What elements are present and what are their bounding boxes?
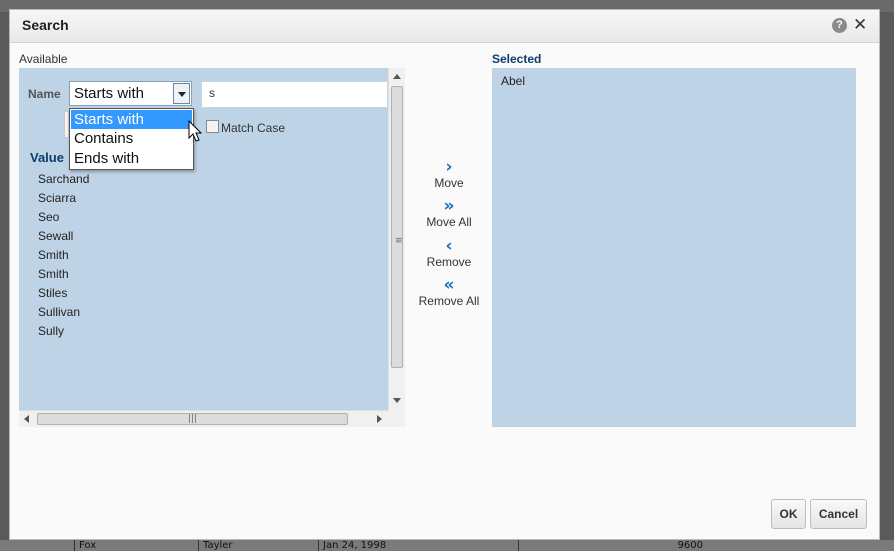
selected-label: Selected [492,52,542,66]
operator-select-value: Starts with [74,85,145,102]
list-item[interactable]: Sewall [38,229,89,248]
double-chevron-left-icon: « [443,275,455,295]
search-value-input[interactable]: s [201,81,388,108]
remove-label: Remove [426,255,472,269]
background-cell: 9600 [518,540,707,551]
scroll-right-icon[interactable] [377,415,382,423]
chevron-left-icon: ‹ [445,236,453,256]
remove-button[interactable]: ‹ Remove [409,237,489,269]
scroll-up-icon[interactable] [393,74,401,79]
dropdown-option-starts-with[interactable]: Starts with [71,110,192,129]
list-item[interactable]: Sarchand [38,172,89,191]
operator-dropdown-list: Starts with Contains Ends with [69,108,194,170]
operator-select[interactable]: Starts with [69,81,192,106]
scroll-left-icon[interactable] [24,415,29,423]
vertical-scrollbar[interactable]: ≡ [388,68,405,410]
dialog-header: Search ? ✕ [10,10,879,43]
list-item[interactable]: Smith [38,267,89,286]
match-case-label: Match Case [221,121,286,135]
close-icon[interactable]: ✕ [853,15,867,35]
selected-panel: Abel [492,68,856,427]
remove-all-label: Remove All [418,294,480,308]
list-item[interactable]: Sullivan [38,305,89,324]
grip-icon: ||| [188,414,198,424]
move-button[interactable]: › Move [409,158,489,190]
name-filter-label: Name [28,87,61,101]
horizontal-scrollbar[interactable]: ||| [19,410,388,427]
list-item[interactable]: Stiles [38,286,89,305]
move-label: Move [434,176,464,190]
list-item[interactable]: Smith [38,248,89,267]
chevron-right-icon: › [445,157,453,177]
available-list: Sarchand Sciarra Seo Sewall Smith Smith … [38,172,89,343]
move-all-button[interactable]: » Move All [409,197,489,229]
list-item[interactable]: Sully [38,324,89,343]
background-cell: Jan 24, 1998 [318,540,519,551]
vertical-scroll-thumb[interactable]: ≡ [391,86,403,368]
scrollbar-corner [388,410,405,427]
background-cell: Tayler [198,540,319,551]
list-item[interactable]: Seo [38,210,89,229]
dropdown-option-ends-with[interactable]: Ends with [71,149,192,168]
remove-all-button[interactable]: « Remove All [409,276,489,308]
cancel-button[interactable]: Cancel [810,499,867,529]
available-label: Available [19,52,68,66]
search-dialog: Search ? ✕ Available Selected Name Start… [9,9,880,540]
double-chevron-right-icon: » [443,196,455,216]
list-item[interactable]: Sciarra [38,191,89,210]
value-column-header: Value [30,150,64,165]
horizontal-scroll-thumb[interactable]: ||| [37,413,348,425]
scroll-down-icon[interactable] [393,398,401,403]
match-case-checkbox[interactable] [206,120,219,133]
background-cell: Fox [74,540,199,551]
dropdown-option-contains[interactable]: Contains [71,129,192,148]
mouse-cursor-icon [188,120,203,142]
list-item[interactable]: Abel [501,74,525,88]
grip-icon: ≡ [395,236,403,246]
help-icon[interactable]: ? [832,18,847,33]
move-all-label: Move All [426,215,472,229]
dialog-title: Search [22,17,69,33]
chevron-down-icon[interactable] [173,83,190,104]
ok-button[interactable]: OK [771,499,806,529]
